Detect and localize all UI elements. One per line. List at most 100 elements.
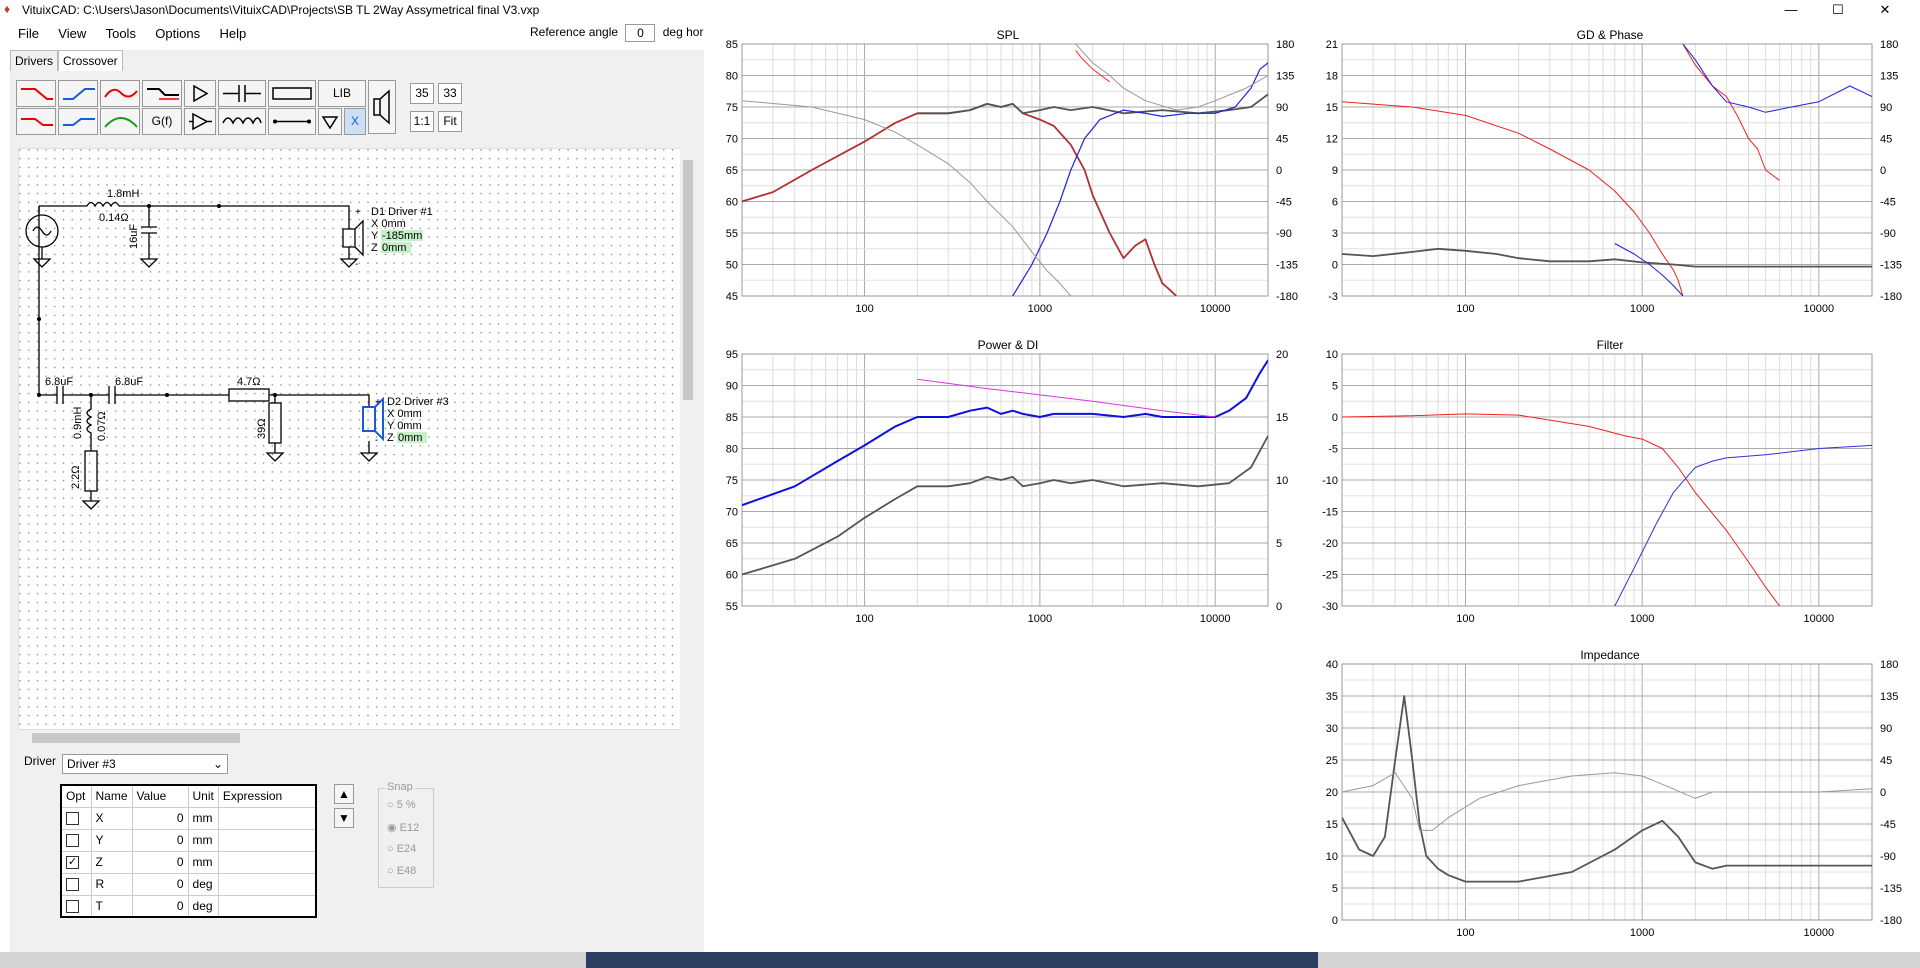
- reference-angle-input[interactable]: 0: [625, 24, 656, 42]
- expression-cell[interactable]: [217, 894, 317, 918]
- opt-cell[interactable]: [60, 872, 92, 896]
- r3-value[interactable]: 2.2Ω: [70, 465, 82, 489]
- tab-drivers[interactable]: Drivers: [10, 50, 58, 71]
- vertical-scroll-thumb[interactable]: [683, 160, 693, 400]
- value-cell[interactable]: 0: [131, 872, 189, 896]
- y-tick-label: 9: [1332, 165, 1338, 177]
- table-row: ✓ Z 0 mm: [60, 850, 317, 874]
- opt-checkbox[interactable]: [66, 812, 79, 826]
- d1-y-value[interactable]: -185mm: [382, 230, 422, 242]
- capacitor-button[interactable]: [218, 80, 266, 107]
- gain-button[interactable]: [184, 108, 216, 135]
- bandpass-green-button[interactable]: [100, 108, 140, 135]
- d2-z-value[interactable]: 0mm: [398, 432, 422, 444]
- expression-cell[interactable]: [217, 828, 317, 852]
- opt-cell[interactable]: [60, 894, 92, 918]
- gd-phase-graph[interactable]: GD & Phase 21 18 15 12 9 6 3 0 -3 180 135 90 45 0 -45-…: [1312, 26, 1908, 322]
- shelving-button[interactable]: [142, 80, 182, 107]
- schematic-horizontal-scrollbar[interactable]: [18, 730, 680, 745]
- d2-name[interactable]: D2 Driver #3: [387, 396, 449, 408]
- opt-cell[interactable]: ✓: [60, 850, 92, 874]
- schematic-canvas[interactable]: + - + - 1.8mH 0.14Ω 16uF D1 Driver #1 X …: [18, 148, 694, 730]
- svg-text:+: +: [355, 207, 361, 218]
- resistor-button[interactable]: [268, 80, 316, 107]
- y-tick-label: 10: [1326, 851, 1338, 863]
- tab-crossover[interactable]: Crossover: [58, 50, 123, 71]
- snap-option-e24[interactable]: ○ E24: [387, 843, 416, 855]
- power-di-graph[interactable]: Power & DI 95 90 85 80 75 70 65 60 55 20 15 10 5 0 100…: [712, 336, 1304, 632]
- opt-checkbox[interactable]: [66, 899, 79, 913]
- highpass-blue-2-button[interactable]: [58, 108, 98, 135]
- bandpass-red-button[interactable]: [100, 80, 140, 107]
- delete-x-button[interactable]: X: [344, 108, 366, 135]
- horizontal-scroll-thumb[interactable]: [32, 733, 240, 743]
- one-to-one-button[interactable]: 1:1: [410, 111, 434, 132]
- bandpass-green-icon: [104, 117, 138, 128]
- y-tick-label: 3: [1332, 228, 1338, 240]
- opt-cell[interactable]: [60, 806, 92, 830]
- menu-view[interactable]: View: [50, 24, 94, 43]
- wire-button[interactable]: [268, 108, 316, 135]
- lowpass-red-2-button[interactable]: [16, 108, 56, 135]
- zoom-b-field[interactable]: 33: [438, 83, 462, 104]
- move-down-button[interactable]: ▼: [334, 808, 354, 828]
- filter-graph[interactable]: Filter 10 5 0 -5 -10 -15 -20 -25 -30 100 1000 10000: [1312, 336, 1908, 632]
- y-tick-label: 0: [1332, 915, 1338, 927]
- d1-name[interactable]: D1 Driver #1: [371, 206, 433, 218]
- opt-checkbox-checked[interactable]: ✓: [66, 856, 79, 870]
- snap-option-5pct[interactable]: ○ 5 %: [387, 799, 416, 811]
- y-tick-label: 6: [1332, 197, 1338, 209]
- x-tick-label: 10000: [1200, 303, 1231, 315]
- l1-value[interactable]: 1.8mH: [107, 188, 139, 200]
- snap-option-e12[interactable]: ◉ E12: [387, 821, 419, 834]
- c2-value[interactable]: 6.8uF: [45, 376, 73, 388]
- y2-tick-label: 90: [1276, 102, 1288, 114]
- menu-options[interactable]: Options: [147, 24, 208, 43]
- value-cell[interactable]: 0: [131, 828, 189, 852]
- buffer-button[interactable]: [184, 80, 216, 107]
- spl-graph[interactable]: SPL 85 80 75 70 65 60 55 50 45 180 135 90 45 0 -45 -90-…: [712, 26, 1304, 322]
- highpass-blue-button[interactable]: [58, 80, 98, 107]
- y2-tick-label: -90: [1880, 851, 1896, 863]
- close-button[interactable]: ✕: [1862, 0, 1908, 20]
- menu-help[interactable]: Help: [211, 24, 254, 43]
- inductor-button[interactable]: [218, 108, 266, 135]
- schematic-vertical-scrollbar[interactable]: [680, 146, 695, 736]
- name-cell: Z: [90, 850, 133, 874]
- table-row: R 0 deg: [60, 872, 317, 896]
- driver-select[interactable]: Driver #3 ⌄: [62, 754, 228, 774]
- r1-value[interactable]: 4.7Ω: [237, 376, 261, 388]
- fit-button[interactable]: Fit: [438, 111, 462, 132]
- driver-button[interactable]: [368, 80, 396, 134]
- unit-cell: deg: [187, 894, 219, 918]
- y-tick-label: 0: [1332, 260, 1338, 272]
- gf-button[interactable]: G(f): [142, 108, 182, 135]
- minimize-button[interactable]: —: [1768, 0, 1814, 20]
- r2-value[interactable]: 39Ω: [256, 419, 268, 439]
- expression-cell[interactable]: [217, 806, 317, 830]
- column-header: Name: [90, 784, 133, 808]
- opt-cell[interactable]: [60, 828, 92, 852]
- c3-value[interactable]: 6.8uF: [115, 376, 143, 388]
- ground-button[interactable]: [318, 108, 342, 135]
- zoom-a-field[interactable]: 35: [410, 83, 434, 104]
- y2-tick-label: -180: [1880, 915, 1902, 927]
- opt-checkbox[interactable]: [66, 834, 79, 848]
- expression-cell[interactable]: [217, 850, 317, 874]
- library-button[interactable]: LIB: [318, 80, 366, 107]
- impedance-graph[interactable]: Impedance 40 35 30 25 20 15 10 5 0 180 135 90 45 0 -45…: [1312, 646, 1908, 946]
- move-up-button[interactable]: ▲: [334, 784, 354, 804]
- l2-value[interactable]: 0.9mH: [72, 407, 84, 439]
- lowpass-red-button[interactable]: [16, 80, 56, 107]
- snap-option-e48[interactable]: ○ E48: [387, 865, 416, 877]
- value-cell[interactable]: 0: [131, 806, 189, 830]
- value-cell[interactable]: 0: [131, 850, 189, 874]
- d1-z-value[interactable]: 0mm: [382, 242, 406, 254]
- expression-cell[interactable]: [217, 872, 317, 896]
- opt-checkbox[interactable]: [66, 878, 79, 892]
- maximize-button[interactable]: ☐: [1815, 0, 1861, 20]
- menu-tools[interactable]: Tools: [98, 24, 144, 43]
- value-cell[interactable]: 0: [131, 894, 189, 918]
- c1-value[interactable]: 16uF: [128, 224, 140, 249]
- menu-file[interactable]: File: [10, 24, 47, 43]
